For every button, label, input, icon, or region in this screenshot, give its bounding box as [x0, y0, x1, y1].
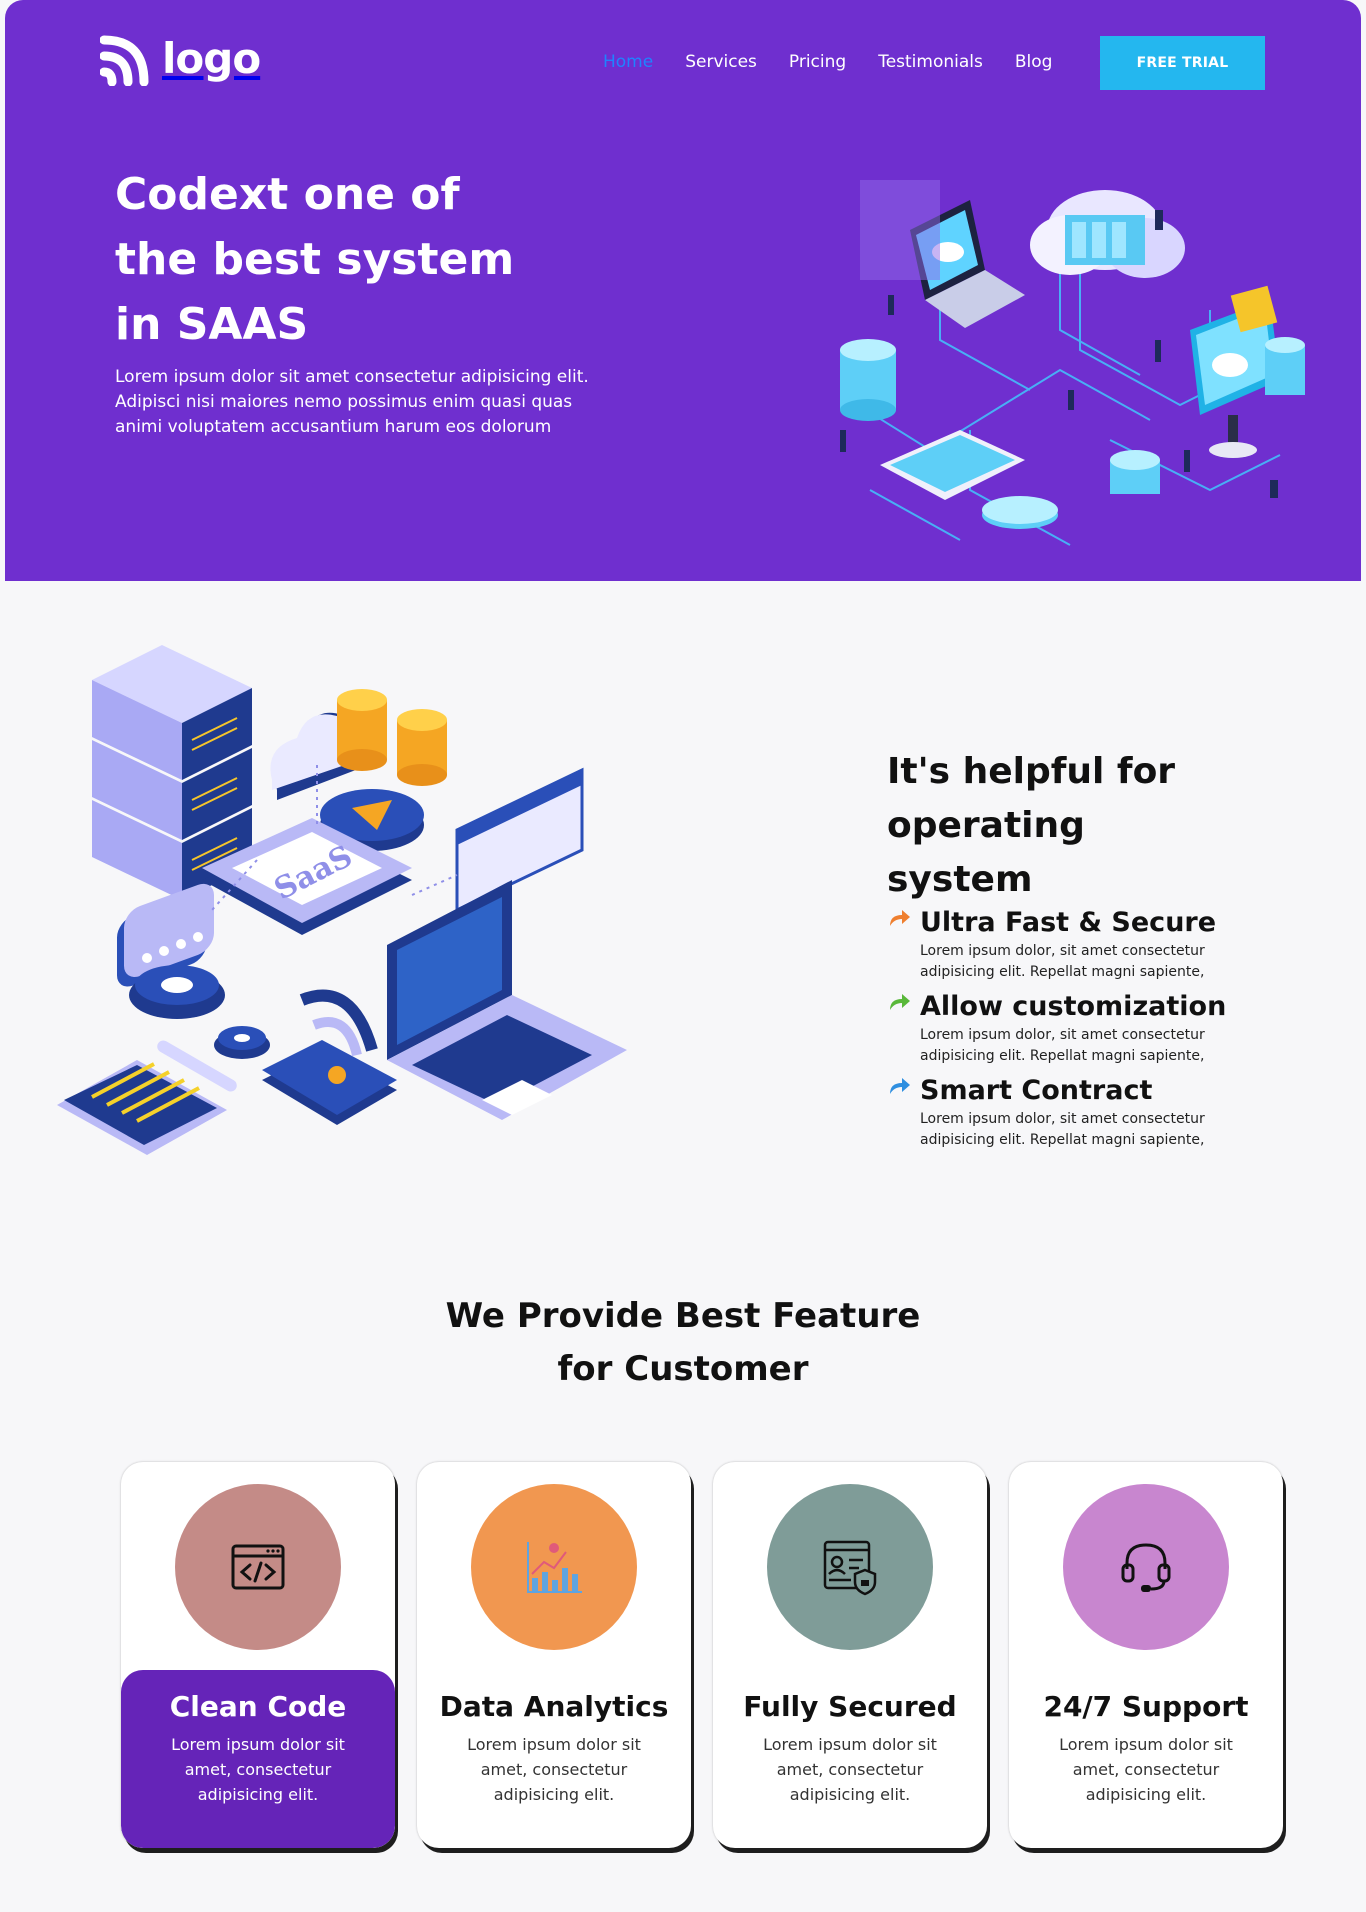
card-desc-line: adipisicing elit.: [1085, 1785, 1207, 1804]
logo[interactable]: logo: [100, 30, 261, 86]
card-icon-circle: [471, 1484, 637, 1650]
card-description: Lorem ipsum dolor sit amet, consectetur …: [153, 1732, 363, 1807]
hero-title-line: in SAAS: [115, 299, 309, 350]
wifi-logo-icon: [100, 35, 149, 86]
feature-cards: Clean Code Lorem ipsum dolor sit amet, c…: [121, 1462, 1283, 1848]
card-desc-line: Lorem ipsum dolor sit: [763, 1735, 937, 1754]
feature-desc-line: Lorem ipsum dolor, sit amet consectetur: [920, 943, 1205, 959]
card-icon-circle: [175, 1484, 341, 1650]
feature-title: Allow customization: [920, 991, 1227, 1022]
feature-desc-line: Lorem ipsum dolor, sit amet consectetur: [920, 1111, 1205, 1127]
nav-pricing[interactable]: Pricing: [789, 52, 846, 72]
nav-home[interactable]: Home: [603, 52, 653, 72]
section2-title-line: It's helpful for operating: [887, 751, 1176, 846]
card-body: Data Analytics Lorem ipsum dolor sit ame…: [417, 1670, 691, 1848]
gear-icon: [129, 965, 270, 1059]
feature-description: Lorem ipsum dolor, sit amet consectetur …: [920, 941, 1240, 983]
card-title: Clean Code: [169, 1690, 347, 1723]
laptop-icon: [387, 880, 627, 1120]
curved-arrow-icon: [890, 994, 910, 1010]
wifi-pad-icon: [262, 989, 397, 1125]
feature-description: Lorem ipsum dolor, sit amet consectetur …: [920, 1109, 1240, 1151]
hero-section: logo Home Services Pricing Testimonials …: [5, 0, 1361, 581]
curved-arrow-icon: [890, 1078, 910, 1094]
section3-title: We Provide Best Feature for Customer: [383, 1290, 983, 1396]
nav-testimonials[interactable]: Testimonials: [878, 52, 983, 72]
card-description: Lorem ipsum dolor sit amet, consectetur …: [449, 1732, 659, 1807]
card-desc-line: amet, consectetur: [184, 1760, 332, 1779]
notepad-icon: [57, 1040, 237, 1155]
card-title: Fully Secured: [743, 1690, 957, 1723]
code-window-icon: [231, 1544, 285, 1590]
card-title: Data Analytics: [439, 1690, 669, 1723]
cloud-icon: [1030, 190, 1185, 278]
card-description: Lorem ipsum dolor sit amet, consectetur …: [745, 1732, 955, 1807]
saas-isometric-illustration: SaaS: [57, 645, 627, 1155]
card-desc-line: Lorem ipsum dolor sit: [1059, 1735, 1233, 1754]
cloud-network-illustration: [840, 180, 1305, 546]
feature-desc-line: Lorem ipsum dolor, sit amet consectetur: [920, 1027, 1205, 1043]
card-desc-line: Lorem ipsum dolor sit: [171, 1735, 345, 1754]
card-body: Fully Secured Lorem ipsum dolor sit amet…: [713, 1670, 987, 1848]
card-desc-line: adipisicing elit.: [493, 1785, 615, 1804]
card-desc-line: adipisicing elit.: [197, 1785, 319, 1804]
card-desc-line: Lorem ipsum dolor sit: [467, 1735, 641, 1754]
card-desc-line: amet, consectetur: [776, 1760, 924, 1779]
card-body: 24/7 Support Lorem ipsum dolor sit amet,…: [1009, 1670, 1283, 1848]
hero-title: Codext one of the best system in SAAS: [115, 162, 615, 357]
card-icon-circle: [1063, 1484, 1229, 1650]
card-desc-line: amet, consectetur: [1072, 1760, 1220, 1779]
section2-title: It's helpful for operating system: [887, 745, 1337, 907]
feature-title: Ultra Fast & Secure: [920, 907, 1217, 938]
logo-text: logo: [162, 33, 261, 83]
page: logo Home Services Pricing Testimonials …: [0, 0, 1366, 1912]
feature-desc-line: adipisicing elit. Repellat magni sapient…: [920, 1048, 1205, 1064]
hero-title-line: Codext one of: [115, 169, 460, 220]
feature-card-fully-secured[interactable]: Fully Secured Lorem ipsum dolor sit amet…: [713, 1462, 987, 1848]
feature-card-data-analytics[interactable]: Data Analytics Lorem ipsum dolor sit ame…: [417, 1462, 691, 1848]
hero-title-line: the best system: [115, 234, 515, 285]
analytics-chart-icon: [527, 1542, 582, 1593]
card-title: 24/7 Support: [1043, 1690, 1249, 1723]
feature-desc-line: adipisicing elit. Repellat magni sapient…: [920, 1132, 1205, 1148]
feature-item: Smart Contract Lorem ipsum dolor, sit am…: [887, 1073, 1307, 1157]
feature-card-clean-code[interactable]: Clean Code Lorem ipsum dolor sit amet, c…: [121, 1462, 395, 1848]
feature-card-support[interactable]: 24/7 Support Lorem ipsum dolor sit amet,…: [1009, 1462, 1283, 1848]
secure-document-icon: [823, 1540, 877, 1596]
section3-title-line: for Customer: [557, 1349, 809, 1389]
feature-description: Lorem ipsum dolor, sit amet consectetur …: [920, 1025, 1240, 1067]
section2-title-line: system: [887, 859, 1033, 900]
nav-blog[interactable]: Blog: [1015, 52, 1053, 72]
section3-title-line: We Provide Best Feature: [445, 1296, 921, 1336]
coins-icon: [337, 689, 447, 786]
card-description: Lorem ipsum dolor sit amet, consectetur …: [1041, 1732, 1251, 1807]
curved-arrow-icon: [890, 910, 910, 926]
headset-icon: [1121, 1543, 1171, 1592]
nav-services[interactable]: Services: [685, 52, 757, 72]
free-trial-button[interactable]: FREE TRIAL: [1100, 36, 1265, 90]
feature-item: Ultra Fast & Secure Lorem ipsum dolor, s…: [887, 905, 1307, 989]
feature-item: Allow customization Lorem ipsum dolor, s…: [887, 989, 1307, 1073]
card-desc-line: adipisicing elit.: [789, 1785, 911, 1804]
feature-desc-line: adipisicing elit. Repellat magni sapient…: [920, 964, 1205, 980]
card-body: Clean Code Lorem ipsum dolor sit amet, c…: [121, 1670, 395, 1848]
card-icon-circle: [767, 1484, 933, 1650]
feature-title: Smart Contract: [920, 1075, 1153, 1106]
feature-list: Ultra Fast & Secure Lorem ipsum dolor, s…: [887, 905, 1307, 1157]
main-nav: Home Services Pricing Testimonials Blog: [603, 52, 1052, 72]
browser-window-icon: [455, 767, 584, 913]
hero-description: Lorem ipsum dolor sit amet consectetur a…: [115, 367, 589, 437]
card-desc-line: amet, consectetur: [480, 1760, 628, 1779]
